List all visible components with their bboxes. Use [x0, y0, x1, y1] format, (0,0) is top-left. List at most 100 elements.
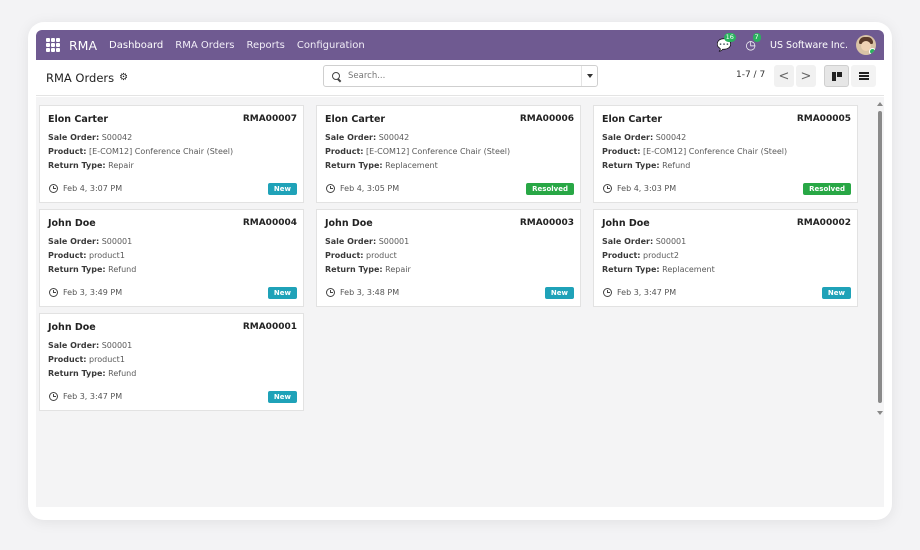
chevron-left-icon: < [778, 68, 790, 84]
card-date: Feb 3, 3:49 PM [63, 288, 123, 297]
kanban-card[interactable]: Elon Carter RMA00007 Sale Order: S00042 … [39, 105, 304, 203]
card-return-type: Return Type: Replacement [602, 265, 715, 274]
status-badge: Resolved [803, 183, 851, 195]
search-options-toggle[interactable] [581, 66, 597, 86]
scroll-up-icon[interactable] [877, 102, 883, 106]
kanban-card[interactable]: John Doe RMA00001 Sale Order: S00001 Pro… [39, 313, 304, 411]
chat-badge: 16 [723, 33, 736, 42]
card-date: Feb 3, 3:48 PM [340, 288, 400, 297]
status-badge: New [267, 183, 297, 195]
search-bar [323, 65, 598, 87]
pager-previous-button[interactable]: < [774, 65, 794, 87]
card-customer: Elon Carter [325, 114, 386, 125]
clock-icon [326, 288, 335, 297]
card-reference: RMA00004 [242, 218, 297, 228]
kanban-board: Elon Carter RMA00007 Sale Order: S00042 … [36, 97, 884, 507]
card-date: Feb 4, 3:05 PM [340, 184, 400, 193]
card-reference: RMA00001 [242, 322, 297, 332]
card-sale-order: Sale Order: S00001 [48, 341, 133, 350]
list-view-button[interactable] [851, 65, 876, 87]
card-customer: John Doe [48, 322, 96, 333]
card-sale-order: Sale Order: S00001 [602, 237, 687, 246]
control-panel: RMA Orders ⚙ 1-7 / 7 < > [36, 60, 884, 96]
card-reference: RMA00002 [796, 218, 851, 228]
card-reference: RMA00005 [796, 114, 851, 124]
card-sale-order: Sale Order: S00001 [325, 237, 410, 246]
activity-clock-icon[interactable]: ◷ 7 [746, 33, 761, 52]
vertical-scrollbar[interactable] [876, 97, 884, 427]
gear-icon[interactable]: ⚙ [119, 72, 128, 83]
status-badge: Resolved [526, 183, 574, 195]
chevron-right-icon: > [800, 68, 812, 84]
card-product: Product: product1 [48, 251, 125, 260]
card-reference: RMA00006 [519, 114, 574, 124]
top-navbar: RMA Dashboard RMA Orders Reports Configu… [36, 30, 884, 60]
menu-rma-orders[interactable]: RMA Orders [175, 40, 234, 51]
pager-next-button[interactable]: > [796, 65, 816, 87]
card-customer: John Doe [602, 218, 650, 229]
card-customer: Elon Carter [48, 114, 109, 125]
card-product: Product: product2 [602, 251, 679, 260]
menu-reports[interactable]: Reports [247, 40, 285, 51]
avatar[interactable] [856, 35, 876, 55]
card-return-type: Return Type: Replacement [325, 161, 438, 170]
clock-icon [49, 392, 58, 401]
kanban-card[interactable]: John Doe RMA00004 Sale Order: S00001 Pro… [39, 209, 304, 307]
menu-configuration[interactable]: Configuration [297, 40, 365, 51]
activity-badge: 7 [752, 33, 761, 42]
kanban-icon [831, 71, 842, 81]
page-title: RMA Orders [46, 70, 115, 85]
company-switcher[interactable]: US Software Inc. [770, 40, 848, 51]
card-product: Product: product [325, 251, 397, 260]
list-icon [858, 72, 869, 80]
card-sale-order: Sale Order: S00042 [602, 133, 687, 142]
card-return-type: Return Type: Repair [325, 265, 411, 274]
card-date: Feb 4, 3:03 PM [617, 184, 677, 193]
app-name[interactable]: RMA [69, 38, 97, 53]
clock-icon [326, 184, 335, 193]
card-sale-order: Sale Order: S00042 [325, 133, 410, 142]
clock-icon [603, 184, 612, 193]
kanban-card[interactable]: John Doe RMA00002 Sale Order: S00001 Pro… [593, 209, 858, 307]
card-date: Feb 3, 3:47 PM [617, 288, 677, 297]
search-icon [332, 71, 341, 81]
breadcrumb: RMA Orders ⚙ [46, 71, 128, 85]
card-product: Product: product1 [48, 355, 125, 364]
card-date: Feb 4, 3:07 PM [63, 184, 123, 193]
kanban-view-button[interactable] [824, 65, 849, 87]
status-badge: New [267, 391, 297, 403]
online-status-icon [869, 48, 876, 55]
card-sale-order: Sale Order: S00042 [48, 133, 133, 142]
scroll-thumb[interactable] [878, 111, 882, 403]
card-return-type: Return Type: Refund [48, 265, 137, 274]
card-customer: Elon Carter [602, 114, 663, 125]
pager-value[interactable]: 1-7 / 7 [736, 70, 765, 80]
app-window: RMA Dashboard RMA Orders Reports Configu… [28, 22, 892, 520]
chevron-down-icon [586, 74, 593, 78]
card-sale-order: Sale Order: S00001 [48, 237, 133, 246]
card-customer: John Doe [325, 218, 373, 229]
search-input[interactable] [348, 71, 568, 81]
card-product: Product: [E-COM12] Conference Chair (Ste… [48, 147, 234, 156]
card-product: Product: [E-COM12] Conference Chair (Ste… [325, 147, 511, 156]
card-return-type: Return Type: Refund [48, 369, 137, 378]
card-reference: RMA00003 [519, 218, 574, 228]
card-return-type: Return Type: Refund [602, 161, 691, 170]
card-product: Product: [E-COM12] Conference Chair (Ste… [602, 147, 788, 156]
clock-icon [603, 288, 612, 297]
menu-dashboard[interactable]: Dashboard [109, 40, 163, 51]
card-return-type: Return Type: Repair [48, 161, 134, 170]
kanban-card[interactable]: John Doe RMA00003 Sale Order: S00001 Pro… [316, 209, 581, 307]
kanban-card[interactable]: Elon Carter RMA00006 Sale Order: S00042 … [316, 105, 581, 203]
kanban-card[interactable]: Elon Carter RMA00005 Sale Order: S00042 … [593, 105, 858, 203]
status-badge: New [267, 287, 297, 299]
clock-icon [49, 288, 58, 297]
card-reference: RMA00007 [242, 114, 297, 124]
status-badge: New [544, 287, 574, 299]
status-badge: New [821, 287, 851, 299]
apps-grid-icon[interactable] [46, 38, 60, 52]
card-date: Feb 3, 3:47 PM [63, 392, 123, 401]
chat-icon[interactable]: 💬 16 [717, 33, 736, 52]
scroll-down-icon[interactable] [877, 411, 883, 415]
card-customer: John Doe [48, 218, 96, 229]
